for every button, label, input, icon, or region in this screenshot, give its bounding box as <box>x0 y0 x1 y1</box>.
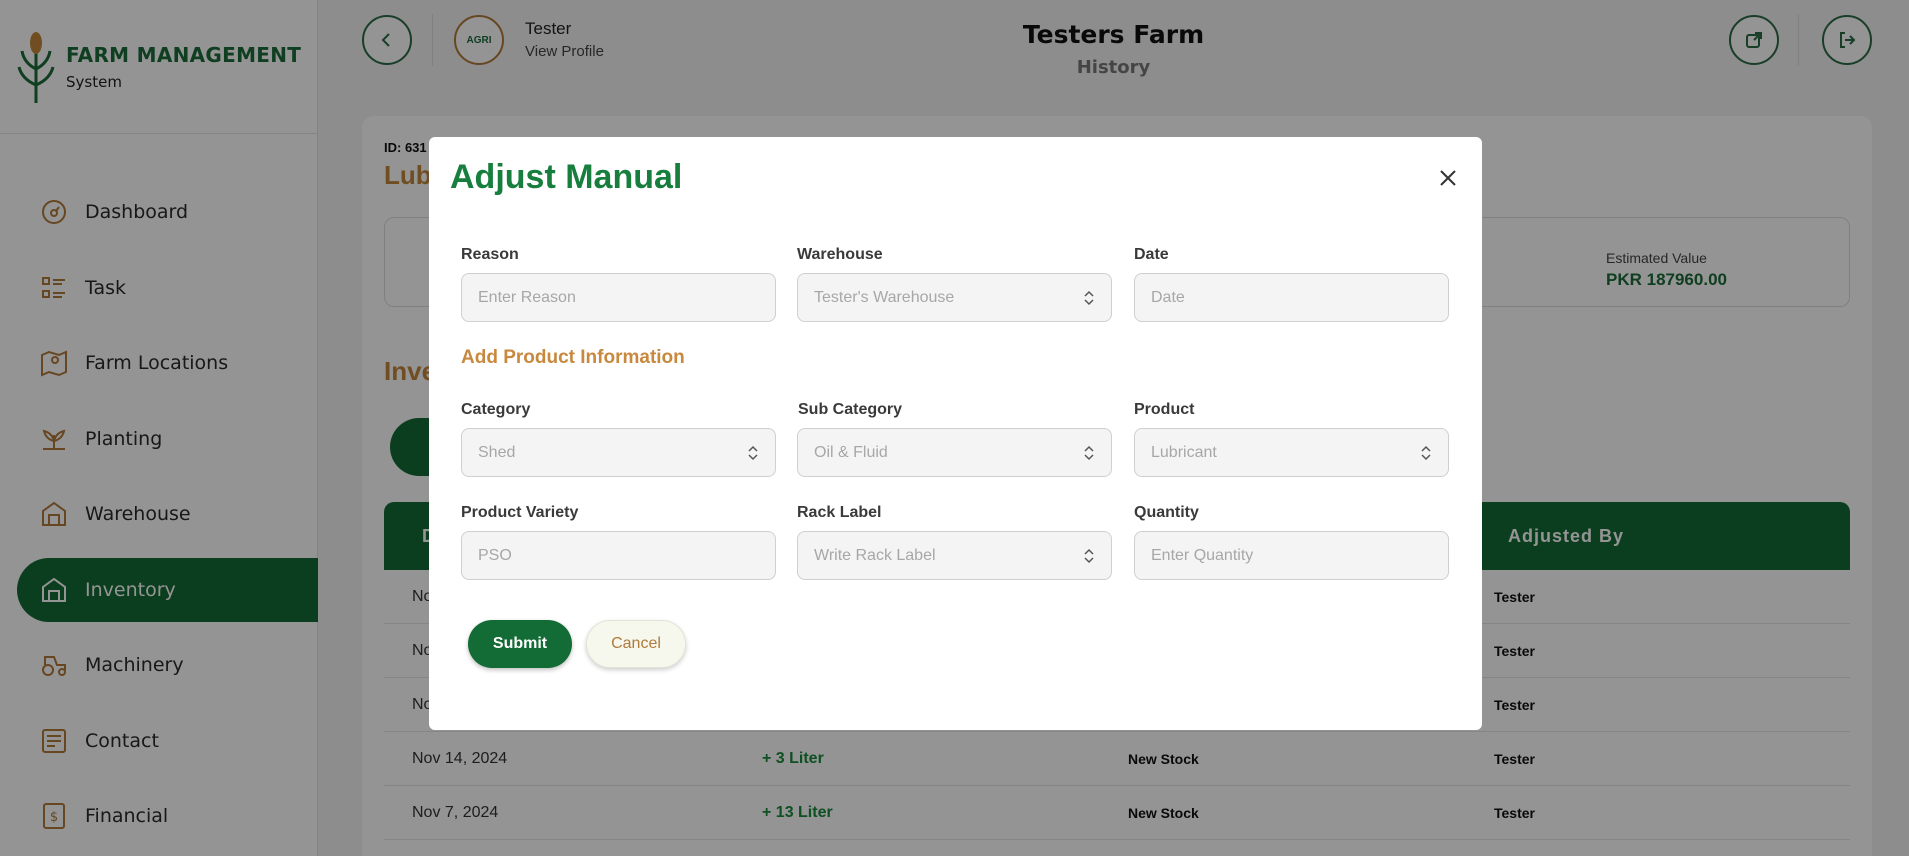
product-label: Product <box>1134 401 1195 418</box>
modal-title: Adjust Manual <box>450 158 683 196</box>
adjust-manual-modal: Adjust Manual Reason Enter Reason Wareho… <box>429 137 1482 730</box>
sub-category-label: Sub Category <box>798 401 903 418</box>
section-title: Add Product Information <box>461 347 685 368</box>
product-select[interactable]: Lubricant <box>1134 428 1449 477</box>
warehouse-label: Warehouse <box>797 246 883 263</box>
warehouse-select[interactable]: Tester's Warehouse <box>797 273 1112 322</box>
category-select[interactable]: Shed <box>461 428 776 477</box>
sub-category-select[interactable]: Oil & Fluid <box>797 428 1112 477</box>
sub-category-value: Oil & Fluid <box>814 443 888 461</box>
chevron-up-down-icon <box>748 445 758 461</box>
product-value: Lubricant <box>1151 443 1217 461</box>
chevron-up-down-icon <box>1084 548 1094 564</box>
close-button[interactable] <box>1435 165 1461 191</box>
chevron-up-down-icon <box>1084 290 1094 306</box>
reason-label: Reason <box>461 246 519 263</box>
chevron-up-down-icon <box>1421 445 1431 461</box>
warehouse-value: Tester's Warehouse <box>814 288 955 306</box>
reason-input[interactable]: Enter Reason <box>461 273 776 322</box>
chevron-up-down-icon <box>1084 445 1094 461</box>
category-value: Shed <box>478 443 516 461</box>
product-variety-input[interactable]: PSO <box>461 531 776 580</box>
date-label: Date <box>1134 246 1169 263</box>
quantity-label: Quantity <box>1134 504 1199 521</box>
date-input[interactable]: Date <box>1134 273 1449 322</box>
product-variety-label: Product Variety <box>461 504 579 521</box>
rack-label-select[interactable]: Write Rack Label <box>797 531 1112 580</box>
rack-label-value: Write Rack Label <box>814 546 936 564</box>
submit-button[interactable]: Submit <box>468 620 572 668</box>
rack-label-label: Rack Label <box>797 504 882 521</box>
category-label: Category <box>461 401 531 418</box>
close-icon <box>1440 170 1456 186</box>
quantity-input[interactable]: Enter Quantity <box>1134 531 1449 580</box>
cancel-button[interactable]: Cancel <box>586 620 686 668</box>
